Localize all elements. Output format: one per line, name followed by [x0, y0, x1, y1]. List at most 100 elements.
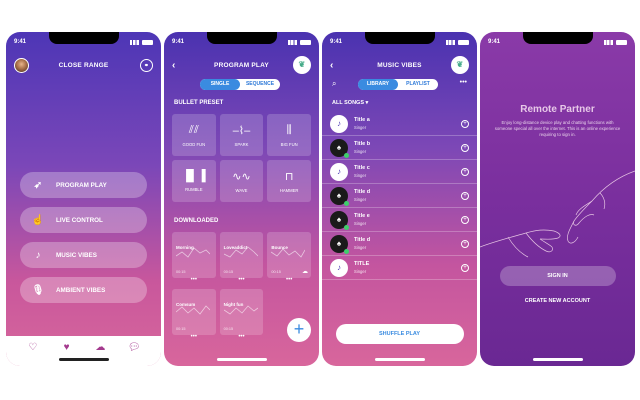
- hands-illustration: [480, 170, 635, 258]
- song-row[interactable]: ♠ Title d Singer +: [322, 184, 477, 208]
- search-icon[interactable]: ⌕: [332, 79, 336, 89]
- wave-icon: –⌇–: [232, 124, 251, 137]
- signal-icon: [130, 39, 139, 45]
- battery-icon: [616, 39, 627, 45]
- preset-tile[interactable]: ∿∿ WAVE: [219, 160, 264, 202]
- waveform: [271, 248, 306, 258]
- wave-icon: ∿∿: [232, 170, 251, 183]
- status-bar: 9:41: [14, 37, 153, 47]
- home-indicator: [532, 358, 583, 361]
- tab-cloud-icon[interactable]: ☁: [92, 342, 108, 366]
- add-song-icon[interactable]: +: [461, 215, 469, 224]
- album-cover: ♠: [330, 186, 349, 206]
- status-bar: 9:41: [330, 37, 469, 47]
- add-song-icon[interactable]: +: [461, 167, 469, 176]
- waveform: [223, 305, 258, 315]
- album-cover: ♠: [330, 234, 349, 254]
- add-song-icon[interactable]: +: [461, 191, 469, 200]
- device-icon[interactable]: ❦: [451, 56, 469, 74]
- preset-grid: ⫽⫽ GOOD FUN –⌇– SPARK ⫼ BIG FUN ▐▌▐ RUMBLE ∿…: [172, 114, 311, 202]
- preset-tile[interactable]: ▐▌▐ RUMBLE: [172, 160, 216, 202]
- cloud-download-icon[interactable]: ☁: [302, 268, 308, 275]
- home-indicator: [58, 358, 109, 361]
- add-song-icon[interactable]: +: [461, 143, 469, 152]
- screen-close-range: 9:41 CLOSE RANGE ⚭ ➶ PROGRAM PLAY ☝ LIVE C…: [6, 32, 161, 366]
- tab-sequence[interactable]: SEQUENCE: [240, 79, 280, 90]
- shuffle-play-button[interactable]: SHUFFLE PLAY: [335, 324, 464, 344]
- wave-icon: ▐▌▐: [182, 170, 206, 182]
- download-tile[interactable]: Comsum 00:15: [172, 289, 216, 335]
- page-title: PROGRAM PLAY: [214, 61, 269, 69]
- add-song-icon[interactable]: +: [461, 263, 469, 272]
- home-indicator: [374, 358, 425, 361]
- status-time: 9:41: [172, 39, 185, 45]
- tab-single[interactable]: SINGLE: [200, 79, 240, 90]
- wave-icon: ⊓: [284, 170, 294, 183]
- screen-music-vibes: 9:41 ‹ MUSIC VIBES ❦ ⌕ LIBRARY PLAYLIST …: [322, 32, 477, 366]
- battery-icon: [142, 39, 153, 45]
- back-icon[interactable]: ‹: [330, 60, 334, 71]
- more-icon[interactable]: •••: [172, 334, 216, 342]
- download-tile[interactable]: Morning 00:15: [172, 232, 216, 278]
- status-time: 9:41: [14, 39, 27, 45]
- device-icon[interactable]: ❦: [293, 56, 311, 74]
- filter-dropdown[interactable]: ALL SONGS ▾: [332, 100, 368, 106]
- download-tile[interactable]: Loveaddict 00:15: [219, 232, 264, 278]
- preset-tile[interactable]: –⌇– SPARK: [219, 114, 264, 156]
- status-bar: 9:41: [488, 37, 627, 47]
- ambient-vibes-button[interactable]: 🎙︎ AMBIENT VIBES: [20, 277, 147, 303]
- page-title: CLOSE RANGE: [58, 61, 109, 69]
- song-row[interactable]: ♠ Title e Singer +: [322, 208, 477, 232]
- mode-toggle: SINGLE SEQUENCE: [200, 79, 280, 90]
- album-cover: ♠: [330, 138, 349, 158]
- tab-library[interactable]: LIBRARY: [358, 79, 398, 90]
- music-note-icon: ♪: [330, 162, 348, 181]
- music-vibes-button[interactable]: ♪ MUSIC VIBES: [20, 242, 147, 268]
- back-icon[interactable]: ‹: [172, 60, 176, 71]
- status-time: 9:41: [330, 39, 343, 45]
- preset-tile[interactable]: ⫽⫽ GOOD FUN: [172, 114, 216, 156]
- preset-tile[interactable]: ⊓ HAMMER: [267, 160, 311, 202]
- album-cover: ♠: [330, 210, 349, 230]
- signal-icon: [604, 39, 613, 45]
- microphone-icon: 🎙︎: [31, 284, 45, 296]
- user-avatar[interactable]: [14, 57, 29, 73]
- download-item: Comsum 00:15 •••: [172, 289, 216, 342]
- preset-tile[interactable]: ⫼ BIG FUN: [267, 114, 311, 156]
- description: Enjoy long-distance device play and chat…: [494, 120, 621, 137]
- download-item: Loveaddict 00:15 •••: [219, 232, 264, 285]
- more-icon[interactable]: •••: [267, 277, 311, 285]
- tab-home-icon[interactable]: ♡: [25, 342, 41, 366]
- create-account-link[interactable]: CREATE NEW ACCOUNT: [480, 298, 635, 304]
- song-row[interactable]: ♠ Title b Singer +: [322, 136, 477, 160]
- hand-icon: ☝: [31, 214, 45, 226]
- download-item: Morning 00:15 •••: [172, 232, 216, 285]
- page-title: Remote Partner: [520, 104, 595, 115]
- add-song-icon[interactable]: +: [461, 239, 469, 248]
- tab-heart-icon[interactable]: ♥: [59, 342, 75, 366]
- chevron-down-icon: ▾: [365, 100, 369, 106]
- song-row[interactable]: ♪ Title c Singer +: [322, 160, 477, 184]
- more-icon[interactable]: •••: [172, 277, 216, 285]
- add-button[interactable]: +: [287, 318, 311, 342]
- screen-remote-partner: 9:41 Remote Partner Enjoy long-distance …: [480, 32, 635, 366]
- sign-in-button[interactable]: SIGN IN: [499, 266, 616, 286]
- wave-icon: ⫼: [286, 123, 292, 136]
- tab-chat-icon[interactable]: 💬︎: [126, 342, 142, 366]
- song-row[interactable]: ♠ Title d Singer +: [322, 232, 477, 256]
- more-icon[interactable]: •••: [220, 334, 264, 342]
- signal-icon: [288, 39, 297, 45]
- link-icon[interactable]: ⚭: [140, 58, 153, 72]
- program-play-button[interactable]: ➶ PROGRAM PLAY: [20, 172, 147, 198]
- add-song-icon[interactable]: +: [461, 119, 469, 128]
- status-time: 9:41: [488, 39, 501, 45]
- song-row[interactable]: ♪ TITLE Singer +: [322, 256, 477, 280]
- download-tile[interactable]: Night fun 00:15: [219, 289, 264, 335]
- tab-playlist[interactable]: PLAYLIST: [398, 79, 438, 90]
- download-item: Night fun 00:15 •••: [219, 289, 264, 342]
- song-row[interactable]: ♪ Title a Singer +: [322, 112, 477, 136]
- download-tile[interactable]: Bounce 00:15 ☁: [267, 232, 311, 278]
- more-icon[interactable]: •••: [460, 79, 467, 86]
- live-control-button[interactable]: ☝ LIVE CONTROL: [20, 207, 147, 233]
- more-icon[interactable]: •••: [220, 277, 264, 285]
